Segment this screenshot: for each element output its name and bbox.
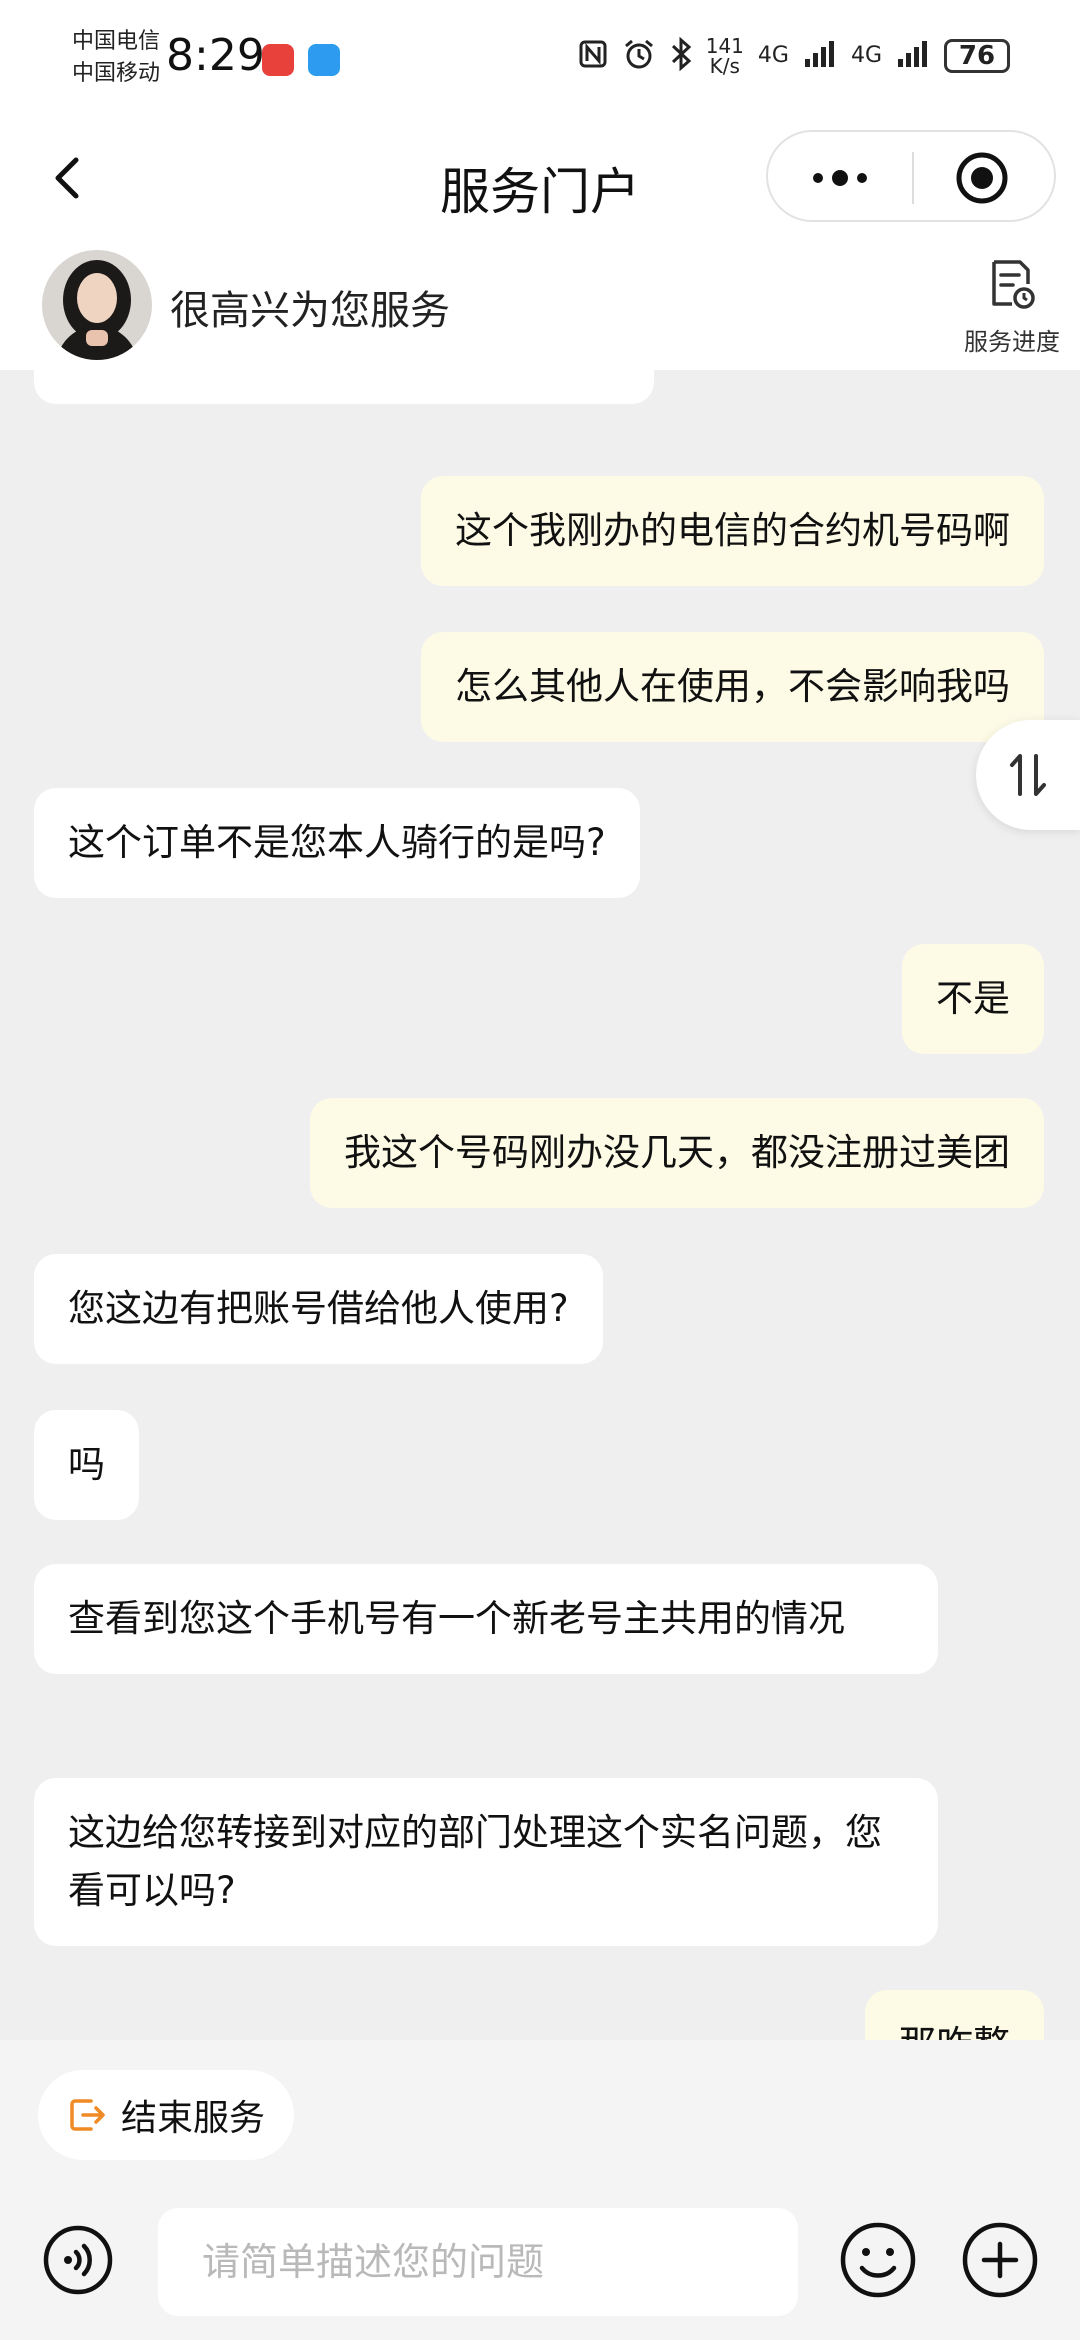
service-progress-label: 服务进度 [964,328,1060,356]
nfc-icon [578,39,608,74]
message-bubble-user: 不是 [902,944,1044,1054]
agent-greeting: 很高兴为您服务 [170,288,450,334]
system-icons: 141 K/s 4G 4G 76 [578,36,1010,76]
message-bubble-agent: 这边给您转接到对应的部门处理这个实名问题，您看可以吗? [34,1778,938,1946]
carrier-2: 中国移动 [72,61,161,86]
clock: 8:29 [166,30,265,81]
document-clock-icon [992,260,1035,309]
message-bubble-user: 这个我刚办的电信的合约机号码啊 [421,476,1044,586]
message-text: 我这个号码刚办没几天，都没注册过美团 [344,1131,1010,1174]
network-speed: 141 K/s [706,36,744,76]
huawei-appgallery-icon [262,44,294,76]
voice-icon [43,2225,113,2295]
message-bubble-user: 怎么其他人在使用，不会影响我吗 [421,632,1044,742]
close-miniprogram-button[interactable] [954,150,1010,206]
service-progress-button[interactable]: 服务进度 [960,258,1064,357]
swap-arrows-icon [1010,754,1046,796]
message-bubble-agent: 查看到您这个手机号有一个新老号主共用的情况 [34,1564,938,1674]
more-options-button[interactable] [808,164,872,192]
message-bubble-agent: 吗 [34,1410,139,1520]
message-bubble-user: 那咋整 [865,1990,1044,2040]
signal-bars-icon [803,39,837,74]
message-text: 您这边有把账号借给他人使用? [68,1287,569,1330]
miniprogram-capsule [766,130,1056,222]
message-bubble-user: 我这个号码刚办没几天，都没注册过美团 [310,1098,1044,1208]
more-dots-icon [813,170,867,186]
exit-icon [70,2099,105,2131]
signal-2-label: 4G [850,43,882,68]
network-speed-value: 141 [705,34,744,58]
voice-input-button[interactable] [42,2224,114,2296]
signal-1-label: 4G [757,43,789,68]
chat-area[interactable]: 这个 这个我刚办的电信的合约机号码啊 怎么其他人在使用，不会影响我吗 这个订单不… [0,370,1080,2040]
message-text: 怎么其他人在使用，不会影响我吗 [455,665,1010,708]
alarm-icon [622,37,656,76]
message-text: 查看到您这个手机号有一个新老号主共用的情况 [68,1597,845,1640]
message-input[interactable] [158,2208,798,2316]
emoji-button[interactable] [838,2220,918,2300]
message-bubble-agent: 您这边有把账号借给他人使用? [34,1254,603,1364]
bottom-panel: 结束服务 [0,2040,1080,2340]
agent-avatar [42,250,152,360]
carrier-1: 中国电信 [72,29,161,54]
capsule-divider [912,152,914,204]
message-bubble-agent: 这个 [34,370,654,404]
bluetooth-icon [670,36,692,76]
message-bubble-agent: 这个订单不是您本人骑行的是吗? [34,788,640,898]
status-bar: 中国电信 中国移动 8:29 141 K/s 4G 4G 76 [0,0,1080,120]
more-actions-button[interactable] [960,2220,1040,2300]
message-text: 这个我刚办的电信的合约机号码啊 [455,509,1010,552]
nav-bar: 服务门户 [0,120,1080,244]
message-app-icon [308,44,340,76]
target-circle-icon [956,152,1008,204]
plus-circle-icon [962,2222,1038,2298]
message-text: 吗 [68,1443,105,1486]
message-text: 这个订单不是您本人骑行的是吗? [68,821,606,864]
smiley-icon [840,2222,916,2298]
scroll-toggle-button[interactable] [976,720,1080,830]
message-text: 那咋整 [899,2023,1010,2040]
end-service-label: 结束服务 [120,2098,265,2139]
signal-bars-icon [896,39,930,74]
battery-indicator: 76 [944,39,1010,73]
end-service-button[interactable]: 结束服务 [38,2070,294,2160]
message-text: 这边给您转接到对应的部门处理这个实名问题，您看可以吗? [68,1811,882,1912]
agent-header: 很高兴为您服务 服务进度 [0,244,1080,370]
network-speed-unit: K/s [709,54,740,78]
message-text: 不是 [936,977,1010,1020]
carrier-info: 中国电信 中国移动 [72,26,160,90]
